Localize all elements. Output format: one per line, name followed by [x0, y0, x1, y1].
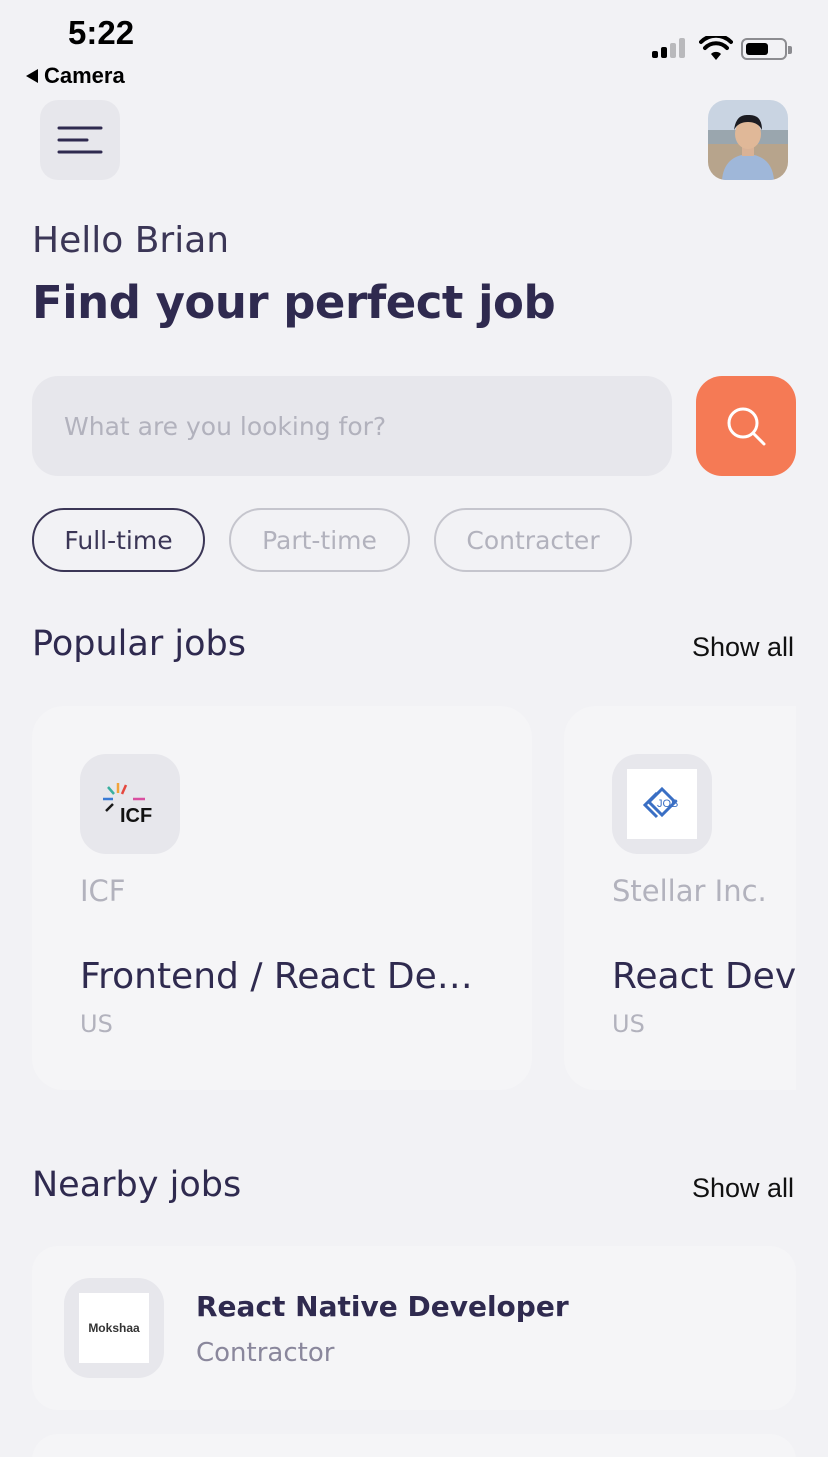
job-type: Contractor [196, 1338, 335, 1368]
mokshaa-logo-icon: Mokshaa [79, 1293, 149, 1363]
filter-chip-contracter[interactable]: Contracter [434, 508, 632, 572]
popular-jobs-carousel[interactable]: ICF ICF Frontend / React Developer US JO… [32, 706, 796, 1090]
back-to-camera[interactable]: Camera [26, 63, 125, 89]
greeting: Hello Brian [32, 220, 230, 261]
menu-button[interactable] [40, 100, 120, 180]
list-item[interactable] [32, 1434, 796, 1457]
job-card[interactable]: ICF ICF Frontend / React Developer US [32, 706, 532, 1090]
back-label: Camera [44, 63, 125, 88]
filter-chip-part-time[interactable]: Part-time [229, 508, 410, 572]
popular-show-all-link[interactable]: Show all [692, 632, 794, 663]
company-logo: Mokshaa [64, 1278, 164, 1378]
job-card[interactable]: JOB Stellar Inc. React Developer US [564, 706, 796, 1090]
nearby-jobs-title: Nearby jobs [32, 1165, 242, 1205]
back-arrow-icon [26, 69, 38, 83]
menu-icon [57, 126, 103, 154]
job-title: Frontend / React Developer [80, 956, 490, 997]
popular-jobs-title: Popular jobs [32, 624, 246, 664]
job-title: React Native Developer [196, 1290, 569, 1323]
company-logo: JOB [612, 754, 712, 854]
status-time: 5:22 [68, 14, 135, 51]
battery-icon [741, 38, 792, 60]
company-logo: ICF [80, 754, 180, 854]
avatar[interactable] [708, 100, 788, 180]
job-title: React Developer [612, 956, 796, 997]
job-search-screen: 5:22 Camera Hello Brian Find your perfec… [0, 0, 828, 1457]
search-icon [727, 407, 766, 446]
company-name: ICF [80, 874, 126, 908]
search-input[interactable] [32, 376, 672, 476]
job-logo-icon: JOB [627, 769, 697, 839]
page-title: Find your perfect job [32, 276, 556, 329]
list-item[interactable]: Mokshaa React Native Developer Contracto… [32, 1246, 796, 1410]
filter-chip-full-time[interactable]: Full-time [32, 508, 205, 572]
cellular-signal-icon [652, 38, 685, 58]
search-button[interactable] [696, 376, 796, 476]
wifi-icon [699, 36, 733, 60]
svg-text:ICF: ICF [120, 805, 152, 827]
job-location: US [612, 1010, 645, 1038]
company-name: Stellar Inc. [612, 874, 767, 908]
nearby-show-all-link[interactable]: Show all [692, 1173, 794, 1204]
job-location: US [80, 1010, 113, 1038]
svg-text:JOB: JOB [657, 798, 678, 810]
icf-logo-icon: ICF [103, 783, 152, 827]
profile-photo-icon [708, 100, 788, 180]
